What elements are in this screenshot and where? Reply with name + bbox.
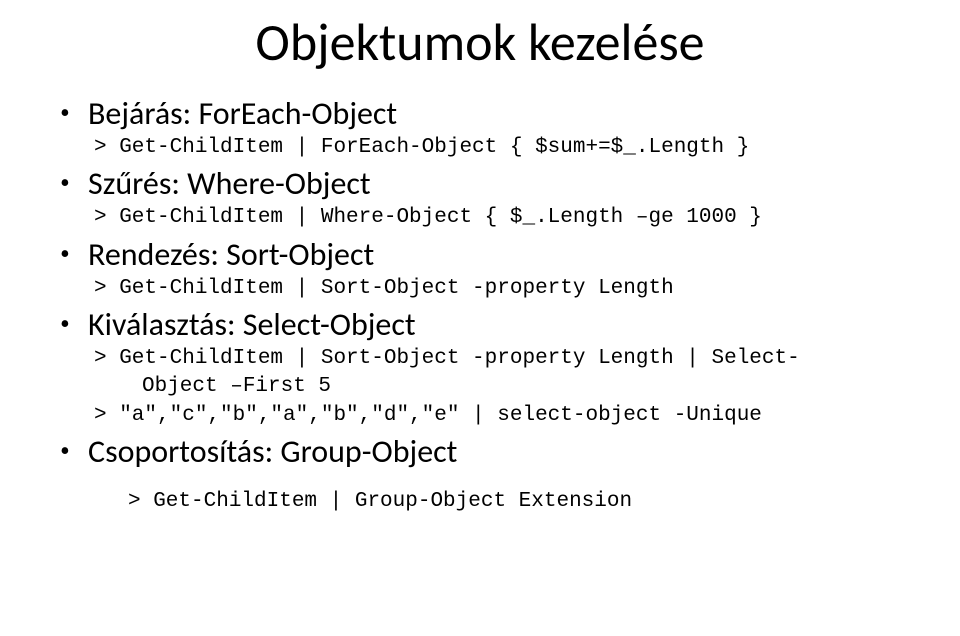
slide-title: Objektumok kezelése [40, 10, 920, 74]
section-select: Kiválasztás: Select-Object > Get-ChildIt… [60, 305, 920, 430]
code-select-extra: > "a","c","b","a","b","d","e" | select-o… [94, 402, 920, 430]
code-foreach: > Get-ChildItem | ForEach-Object { $sum+… [94, 134, 920, 162]
section-foreach: Bejárás: ForEach-Object > Get-ChildItem … [60, 94, 920, 162]
bullet-list: Bejárás: ForEach-Object > Get-ChildItem … [60, 94, 920, 516]
code-select-line1: > Get-ChildItem | Sort-Object -property … [94, 345, 920, 373]
code-select-wrap: Object –First 5 [142, 373, 920, 401]
heading-where: Szűrés: Where-Object [88, 164, 371, 203]
section-group: Csoportosítás: Group-Object > Get-ChildI… [60, 432, 920, 516]
section-sort: Rendezés: Sort-Object > Get-ChildItem | … [60, 235, 920, 303]
heading-select: Kiválasztás: Select-Object [88, 305, 416, 344]
code-sort: > Get-ChildItem | Sort-Object -property … [94, 275, 920, 303]
slide: Objektumok kezelése Bejárás: ForEach-Obj… [0, 0, 960, 636]
section-where: Szűrés: Where-Object > Get-ChildItem | W… [60, 164, 920, 232]
code-group: > Get-ChildItem | Group-Object Extension [128, 488, 920, 516]
heading-sort: Rendezés: Sort-Object [88, 235, 374, 274]
code-where: > Get-ChildItem | Where-Object { $_.Leng… [94, 204, 920, 232]
heading-foreach: Bejárás: ForEach-Object [88, 94, 397, 133]
heading-group: Csoportosítás: Group-Object [88, 432, 457, 471]
